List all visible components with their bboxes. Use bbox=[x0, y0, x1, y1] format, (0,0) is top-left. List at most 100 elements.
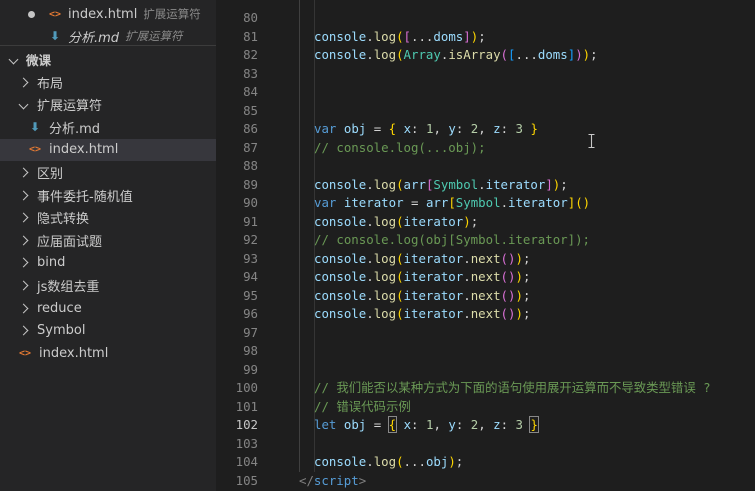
tree-folder[interactable]: js数组去重 bbox=[0, 274, 216, 296]
line-number: 91 bbox=[243, 213, 258, 229]
code-token: log bbox=[373, 454, 397, 469]
code-token: z bbox=[493, 417, 501, 432]
chevron-right-icon bbox=[18, 301, 30, 316]
tree-file[interactable]: ⬇ 分析.md bbox=[0, 116, 216, 138]
tree-folder[interactable]: 事件委托-随机值 bbox=[0, 184, 216, 206]
code-token: Array bbox=[403, 47, 441, 62]
code-token: . bbox=[478, 176, 486, 192]
code-token: iterator bbox=[508, 195, 568, 210]
code-token: iterator bbox=[403, 213, 464, 229]
tree-folder[interactable]: 布局 bbox=[0, 71, 216, 93]
code-token: log bbox=[373, 28, 397, 44]
tree-item-label: 应届面试题 bbox=[37, 234, 103, 250]
tree-folder[interactable]: 应届面试题 bbox=[0, 229, 216, 251]
open-editor-item[interactable]: <> index.html 扩展运算符 bbox=[0, 3, 216, 25]
code-text: </script> bbox=[299, 472, 366, 491]
code-line[interactable]: 100 // 我们能否以某种方式为下面的语句使用展开运算而不导致类型错误 ? bbox=[216, 379, 755, 398]
code-token: . bbox=[366, 213, 374, 229]
code-line[interactable]: 92 // console.log(obj[Symbol.iterator]); bbox=[216, 231, 755, 250]
tree-item-label: index.html bbox=[49, 142, 119, 158]
code-token: </ bbox=[299, 472, 314, 488]
tree-item-label: 分析.md bbox=[49, 121, 101, 137]
tree-folder[interactable]: 区别 bbox=[0, 161, 216, 183]
code-line[interactable]: 93 console.log(iterator.next()); bbox=[216, 250, 755, 269]
markdown-icon: ⬇ bbox=[49, 29, 61, 43]
tree-file[interactable]: <> index.html bbox=[0, 138, 216, 161]
code-line[interactable]: 105 </script> bbox=[216, 472, 755, 491]
code-token: iterator bbox=[403, 250, 464, 266]
tree-folder[interactable]: reduce bbox=[0, 297, 216, 319]
code-token: ; bbox=[560, 176, 568, 192]
code-token: , bbox=[478, 121, 494, 136]
code-token: . bbox=[366, 250, 374, 266]
workspace-header[interactable]: 微课 bbox=[0, 48, 216, 70]
code-text: console.log(iterator.next()); bbox=[314, 250, 530, 269]
open-editor-item[interactable]: ⬇ 分析.md 扩展运算符 bbox=[0, 25, 216, 47]
code-token: y bbox=[448, 417, 456, 432]
code-line[interactable]: 91 console.log(iterator); bbox=[216, 213, 755, 232]
line-number: 94 bbox=[243, 269, 258, 284]
line-number: 105 bbox=[235, 472, 258, 488]
code-line[interactable]: 88 bbox=[216, 157, 755, 176]
code-line[interactable]: 85 bbox=[216, 102, 755, 121]
code-line[interactable]: 84 bbox=[216, 83, 755, 102]
code-line[interactable]: 80 bbox=[216, 9, 755, 28]
chevron-right-icon bbox=[18, 255, 30, 270]
code-line[interactable]: 98 bbox=[216, 342, 755, 361]
line-number: 97 bbox=[243, 324, 258, 340]
code-token: ( bbox=[500, 250, 509, 266]
code-token: : bbox=[411, 121, 426, 136]
code-text: // 我们能否以某种方式为下面的语句使用展开运算而不导致类型错误 ? bbox=[314, 379, 711, 398]
code-line[interactable]: 81 console.log([...doms]); bbox=[216, 28, 755, 47]
code-line[interactable]: 83 bbox=[216, 65, 755, 84]
code-token: log bbox=[373, 47, 397, 62]
code-text: // console.log(...obj); bbox=[314, 139, 486, 158]
chevron-right-icon bbox=[18, 210, 30, 225]
code-token: arr bbox=[425, 195, 449, 210]
tree-file[interactable]: <> index.html bbox=[0, 342, 216, 364]
code-line[interactable]: 90 var iterator = arr[Symbol.iterator]() bbox=[216, 194, 755, 213]
code-line[interactable]: 99 bbox=[216, 361, 755, 380]
code-token: . bbox=[366, 269, 374, 284]
line-number: 95 bbox=[243, 287, 258, 303]
tree-item-label: 布局 bbox=[37, 76, 64, 92]
chevron-right-icon bbox=[18, 165, 30, 180]
tree-folder[interactable]: 扩展运算符 bbox=[0, 94, 216, 116]
code-token: y bbox=[448, 121, 456, 136]
code-line[interactable]: 104 console.log(...obj); bbox=[216, 453, 755, 472]
code-line[interactable]: 102 let obj = { x: 1, y: 2, z: 3 } bbox=[216, 416, 755, 435]
code-line[interactable]: 103 bbox=[216, 435, 755, 454]
tree-folder[interactable]: 隐式转换 bbox=[0, 207, 216, 229]
code-token: : bbox=[455, 121, 471, 136]
code-token: log bbox=[373, 176, 397, 192]
code-token: next bbox=[470, 306, 501, 321]
code-token: iterator bbox=[485, 176, 546, 192]
code-token: log bbox=[373, 269, 397, 284]
code-editor[interactable]: 80 81 console.log([...doms]); 82 console.log… bbox=[216, 0, 755, 491]
code-token: ) bbox=[448, 454, 456, 469]
code-line[interactable]: 101 // 错误代码示例 bbox=[216, 398, 755, 417]
code-token: ( bbox=[396, 287, 404, 303]
code-line[interactable]: 82 console.log(Array.isArray([...doms])); bbox=[216, 46, 755, 65]
code-line[interactable]: 96 console.log(iterator.next()); bbox=[216, 305, 755, 324]
code-line[interactable]: 86 var obj = { x: 1, y: 2, z: 3 } bbox=[216, 120, 755, 139]
code-line[interactable]: 89 console.log(arr[Symbol.iterator]); bbox=[216, 176, 755, 195]
code-token: doms bbox=[433, 28, 464, 44]
tree-folder[interactable]: Symbol bbox=[0, 320, 216, 342]
code-line[interactable]: 94 console.log(iterator.next()); bbox=[216, 268, 755, 287]
chevron-right-icon bbox=[18, 325, 29, 336]
code-token: : bbox=[411, 417, 426, 432]
html-icon: <> bbox=[28, 144, 42, 156]
code-token: ) bbox=[515, 287, 523, 303]
code-token: isArray bbox=[448, 47, 501, 62]
code-line[interactable]: 87 // console.log(...obj); bbox=[216, 139, 755, 158]
code-token: next bbox=[470, 250, 501, 266]
code-token: obj bbox=[425, 454, 449, 469]
code-line[interactable]: 97 bbox=[216, 324, 755, 343]
tree-folder[interactable]: bind bbox=[0, 252, 216, 274]
code-token: console bbox=[314, 454, 367, 469]
code-text: console.log(iterator.next()); bbox=[314, 268, 530, 287]
code-line[interactable]: 95 console.log(iterator.next()); bbox=[216, 287, 755, 306]
code-token: ; bbox=[478, 28, 486, 44]
